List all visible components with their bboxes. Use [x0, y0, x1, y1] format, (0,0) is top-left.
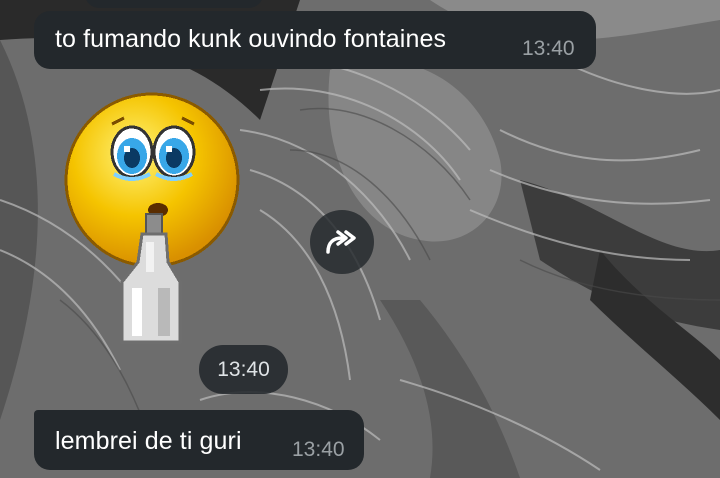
- message-timestamp: 13:40: [292, 438, 345, 461]
- message-bubble[interactable]: to fumando kunk ouvindo fontaines 13:40: [34, 11, 596, 69]
- forward-arrow-icon: [324, 228, 360, 256]
- pleading-emoji-sticker[interactable]: [62, 92, 242, 344]
- previous-message-bubble-edge: [85, 0, 263, 8]
- message-text: lembrei de ti guri: [55, 427, 242, 455]
- message-bubble[interactable]: lembrei de ti guri 13:40: [34, 410, 364, 470]
- sticker-timestamp: 13:40: [199, 345, 288, 394]
- message-text: to fumando kunk ouvindo fontaines: [55, 25, 447, 53]
- message-timestamp: 13:40: [522, 37, 575, 60]
- forward-button[interactable]: [310, 210, 374, 274]
